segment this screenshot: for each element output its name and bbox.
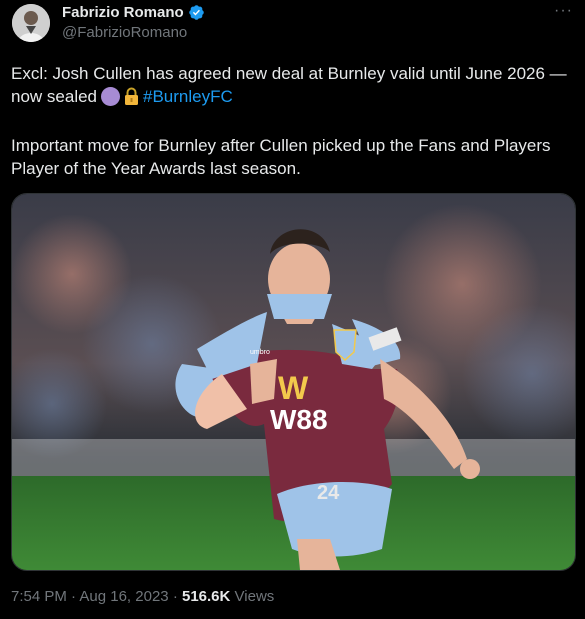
- svg-text:W88: W88: [270, 404, 328, 435]
- author-handle[interactable]: @FabrizioRomano: [62, 24, 187, 41]
- tweet-line-1: Excl: Josh Cullen has agreed new deal at…: [11, 64, 567, 106]
- tweet: Fabrizio Romano @FabrizioRomano ··· Excl…: [0, 0, 585, 619]
- svg-text:W: W: [278, 370, 309, 406]
- avatar[interactable]: [12, 4, 50, 42]
- author-name[interactable]: Fabrizio Romano: [62, 4, 184, 21]
- tweet-text: Excl: Josh Cullen has agreed new deal at…: [11, 62, 573, 180]
- verified-badge-icon: [188, 5, 204, 20]
- views-count: 516.6K: [181, 588, 231, 605]
- more-options-icon[interactable]: ···: [554, 2, 573, 20]
- tweet-date[interactable]: Aug 16, 2023: [79, 588, 168, 605]
- hashtag-link[interactable]: #BurnleyFC: [143, 87, 233, 106]
- purple-circle-emoji-icon: [101, 87, 121, 106]
- tweet-photo[interactable]: umbro W W88 24: [11, 193, 576, 571]
- svg-text:24: 24: [317, 482, 340, 504]
- svg-text:umbro: umbro: [250, 349, 270, 356]
- separator-dot: ·: [172, 588, 178, 605]
- tweet-time[interactable]: 7:54 PM: [11, 588, 67, 605]
- tweet-meta: 7:54 PM · Aug 16, 2023 · 516.6K Views: [11, 588, 274, 605]
- lock-emoji-icon: [124, 87, 139, 111]
- tweet-paragraph-2: Important move for Burnley after Cullen …: [11, 136, 551, 178]
- views-label: Views: [234, 588, 275, 605]
- separator-dot: ·: [71, 588, 77, 605]
